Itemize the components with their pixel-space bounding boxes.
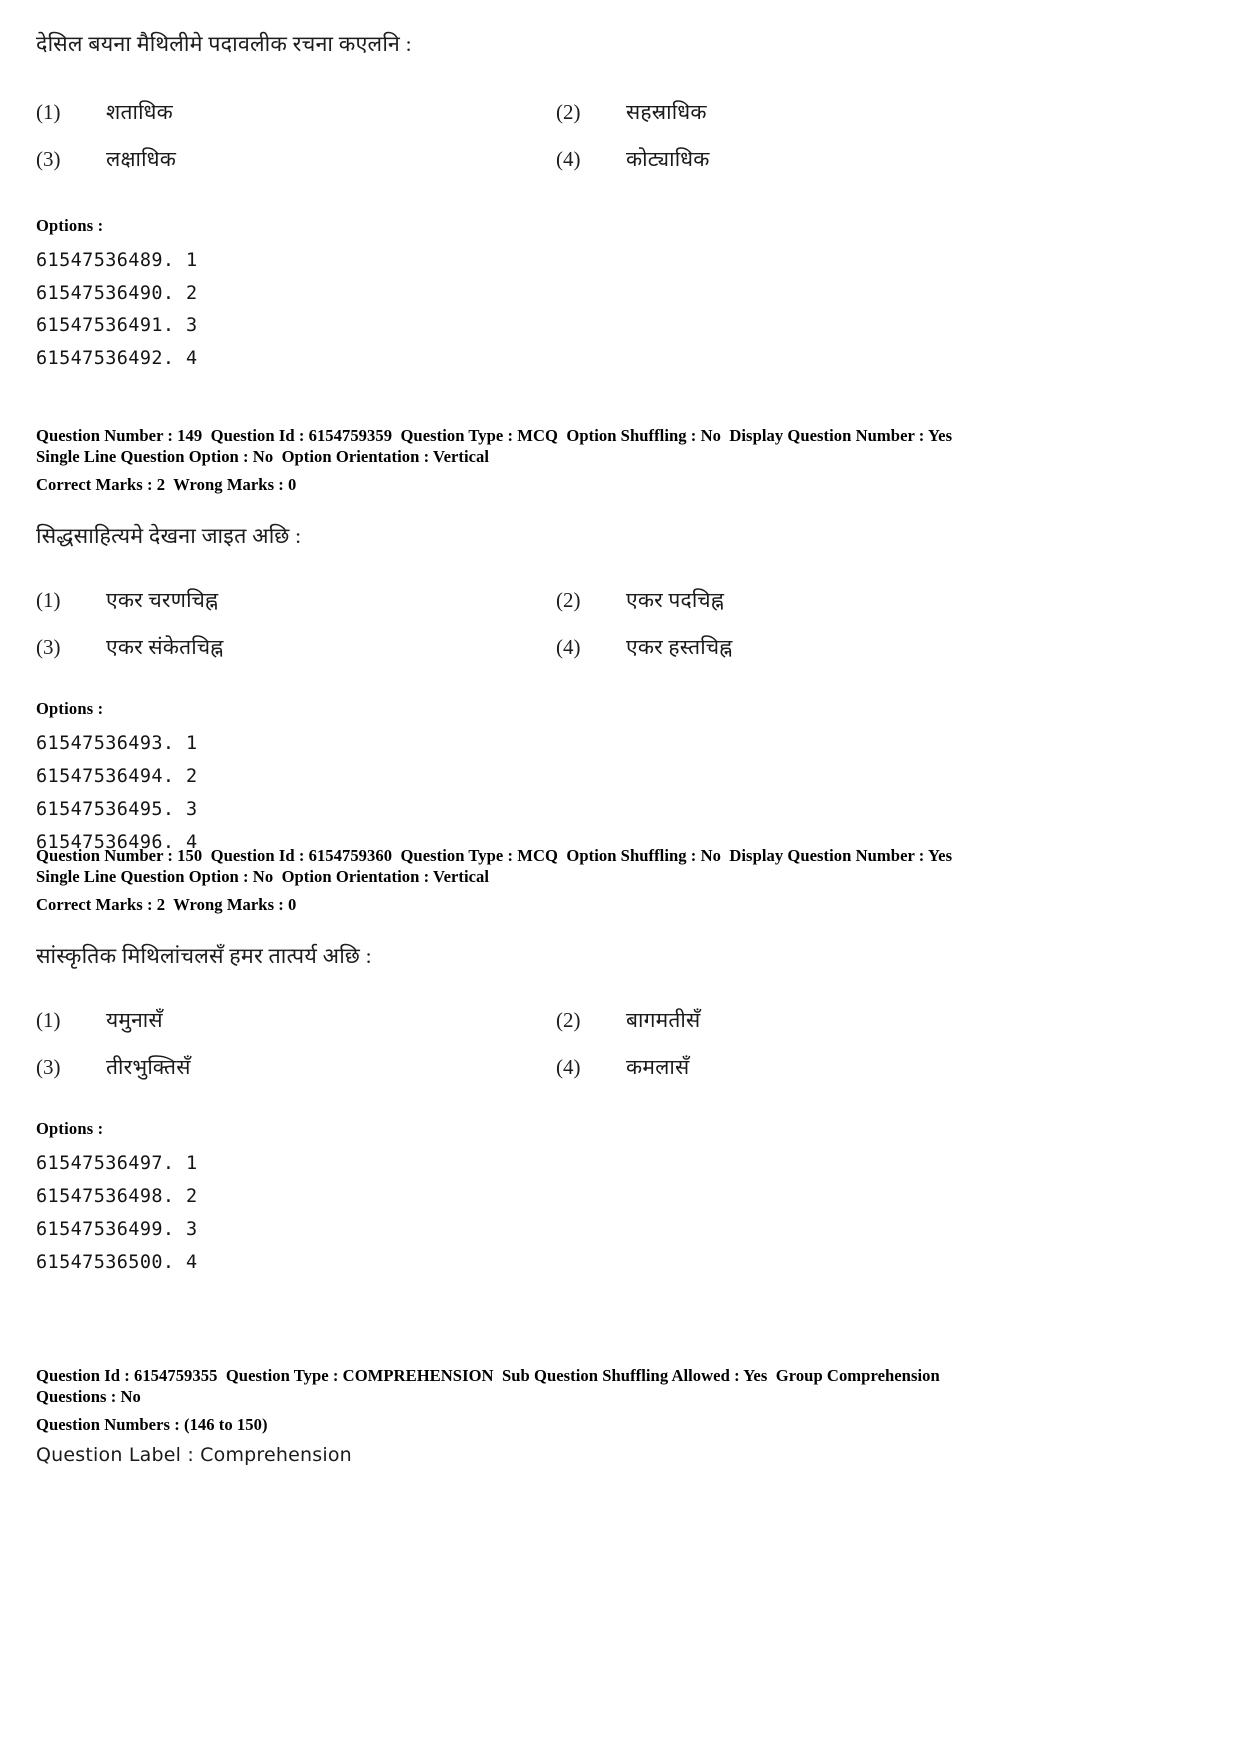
question-metadata: Question Number : 149 Question Id : 6154… — [36, 425, 1206, 496]
option-id: 61547536494. 2 — [36, 766, 198, 788]
comprehension-metadata: Question Id : 6154759355 Question Type :… — [36, 1365, 1206, 1436]
option-text: एकर हस्तचिह्न — [626, 635, 733, 660]
question-stem: देसिल बयना मैथिलीमे पदावलीक रचना कएलनि : — [36, 32, 412, 56]
option-text: तीरभुक्तिसँ — [106, 1055, 191, 1080]
option-id: 61547536490. 2 — [36, 282, 198, 304]
option-text: कमलासँ — [626, 1055, 690, 1080]
option-number: (3) — [36, 147, 61, 172]
answer-options: (1) एकर चरणचिह्न (2) एकर पदचिह्न (3) एकर… — [36, 587, 1206, 662]
option-number: (3) — [36, 1055, 61, 1080]
option-number: (1) — [36, 587, 61, 612]
option-text: बागमतीसँ — [626, 1007, 701, 1032]
options-id-list: Options : 61547536497. 1 61547536498. 2 … — [36, 1119, 1206, 1280]
question-label: Question Label : Comprehension — [36, 1443, 352, 1466]
question-block-2: Question Number : 149 Question Id : 6154… — [36, 425, 1206, 860]
metadata-line-3: Correct Marks : 2 Wrong Marks : 0 — [36, 895, 297, 915]
metadata-line-3: Correct Marks : 2 Wrong Marks : 0 — [36, 475, 297, 495]
option-text: सहस्राधिक — [626, 100, 707, 125]
option-number: (4) — [556, 147, 581, 172]
answer-option[interactable]: (3) लक्षाधिक — [36, 146, 556, 173]
answer-option[interactable]: (1) शताधिक — [36, 99, 556, 126]
option-text: एकर पदचिह्न — [626, 587, 725, 612]
question-stem: सांस्कृतिक मिथिलांचलसँ हमर तात्पर्य अछि … — [36, 943, 372, 968]
option-text: लक्षाधिक — [106, 147, 177, 172]
options-id-list: Options : 61547536489. 1 61547536490. 2 … — [36, 216, 1206, 377]
metadata-line-1: Question Number : 150 Question Id : 6154… — [36, 846, 953, 865]
answer-options: (1) यमुनासँ (2) बागमतीसँ (3) तीरभुक्तिसँ… — [36, 1007, 1206, 1082]
metadata-line-1: Question Number : 149 Question Id : 6154… — [36, 426, 953, 445]
answer-options: (1) शताधिक (2) सहस्राधिक (3) लक्षाधिक (4… — [36, 99, 1206, 174]
answer-option[interactable]: (4) कमलासँ — [556, 1054, 1206, 1081]
question-block-3: Question Number : 150 Question Id : 6154… — [36, 845, 1206, 1280]
option-number: (4) — [556, 635, 581, 660]
question-stem: सिद्धसाहित्यमे देखना जाइत अछि : — [36, 523, 302, 548]
answer-option[interactable]: (4) कोट्याधिक — [556, 146, 1206, 173]
answer-option[interactable]: (1) एकर चरणचिह्न — [36, 587, 556, 614]
option-id: 61547536497. 1 — [36, 1153, 198, 1175]
option-id: 61547536491. 3 — [36, 315, 198, 337]
options-heading: Options : — [36, 699, 104, 719]
option-id: 61547536500. 4 — [36, 1252, 198, 1274]
option-text: कोट्याधिक — [626, 147, 710, 172]
comprehension-line-2: Questions : No — [36, 1387, 141, 1407]
metadata-line-2: Single Line Question Option : No Option … — [36, 867, 490, 887]
options-heading: Options : — [36, 1119, 104, 1139]
option-id: 61547536495. 3 — [36, 799, 198, 821]
option-id: 61547536489. 1 — [36, 249, 198, 271]
question-block-1: देसिल बयना मैथिलीमे पदावलीक रचना कएलनि :… — [36, 30, 1206, 376]
answer-option[interactable]: (3) तीरभुक्तिसँ — [36, 1054, 556, 1081]
option-id: 61547536498. 2 — [36, 1186, 198, 1208]
answer-option[interactable]: (2) एकर पदचिह्न — [556, 587, 1206, 614]
metadata-line-2: Single Line Question Option : No Option … — [36, 447, 490, 467]
option-text: यमुनासँ — [106, 1007, 163, 1032]
option-number: (1) — [36, 100, 61, 125]
comprehension-question-numbers: Question Numbers : (146 to 150) — [36, 1415, 268, 1435]
answer-option[interactable]: (1) यमुनासँ — [36, 1007, 556, 1034]
option-number: (2) — [556, 1007, 581, 1032]
option-text: शताधिक — [106, 100, 173, 125]
option-number: (1) — [36, 1007, 61, 1032]
option-id: 61547536499. 3 — [36, 1219, 198, 1241]
options-id-list: Options : 61547536493. 1 61547536494. 2 … — [36, 699, 1206, 860]
options-heading: Options : — [36, 215, 104, 235]
answer-option[interactable]: (3) एकर संकेतचिह्न — [36, 634, 556, 661]
comprehension-line-1: Question Id : 6154759355 Question Type :… — [36, 1366, 940, 1385]
comprehension-footer: Question Id : 6154759355 Question Type :… — [36, 1365, 1206, 1466]
option-text: एकर चरणचिह्न — [106, 587, 219, 612]
answer-option[interactable]: (2) बागमतीसँ — [556, 1007, 1206, 1034]
option-text: एकर संकेतचिह्न — [106, 635, 224, 660]
option-number: (2) — [556, 587, 581, 612]
option-number: (2) — [556, 100, 581, 125]
option-number: (3) — [36, 635, 61, 660]
answer-option[interactable]: (2) सहस्राधिक — [556, 99, 1206, 126]
question-metadata: Question Number : 150 Question Id : 6154… — [36, 845, 1206, 916]
option-id: 61547536493. 1 — [36, 733, 198, 755]
option-number: (4) — [556, 1055, 581, 1080]
option-id: 61547536492. 4 — [36, 348, 198, 370]
exam-answer-key-page: देसिल बयना मैथिलीमे पदावलीक रचना कएलनि :… — [0, 0, 1240, 1754]
answer-option[interactable]: (4) एकर हस्तचिह्न — [556, 634, 1206, 661]
